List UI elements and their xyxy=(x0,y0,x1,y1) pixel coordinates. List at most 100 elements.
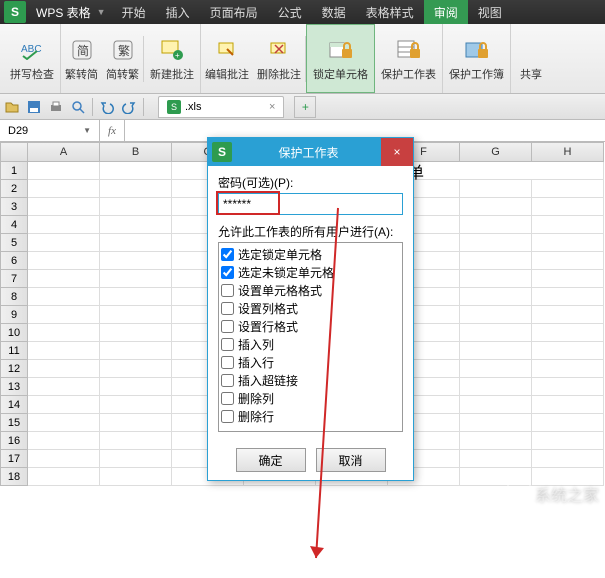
cell[interactable] xyxy=(100,342,172,360)
cell[interactable] xyxy=(28,180,100,198)
cell[interactable] xyxy=(100,180,172,198)
ribbon-new-comment[interactable]: + 新建批注 xyxy=(144,24,201,93)
cell[interactable] xyxy=(460,288,532,306)
row-header[interactable]: 3 xyxy=(0,198,28,216)
cell[interactable] xyxy=(100,450,172,468)
cell[interactable] xyxy=(532,378,604,396)
cell[interactable] xyxy=(100,306,172,324)
cell[interactable] xyxy=(28,324,100,342)
add-tab-button[interactable]: + xyxy=(294,96,316,118)
undo-icon[interactable] xyxy=(99,99,115,115)
menu-tab-5[interactable]: 表格样式 xyxy=(356,0,424,24)
row-header[interactable]: 14 xyxy=(0,396,28,414)
cell[interactable] xyxy=(100,234,172,252)
cell[interactable] xyxy=(100,360,172,378)
ribbon-delete-comment[interactable]: 删除批注 xyxy=(253,36,305,82)
permission-checkbox[interactable] xyxy=(221,320,234,333)
cell[interactable] xyxy=(532,342,604,360)
permission-checkbox[interactable] xyxy=(221,302,234,315)
cell[interactable] xyxy=(28,234,100,252)
cell[interactable] xyxy=(100,378,172,396)
permissions-list[interactable]: 选定锁定单元格选定未锁定单元格设置单元格格式设置列格式设置行格式插入列插入行插入… xyxy=(218,242,403,432)
cell[interactable] xyxy=(460,414,532,432)
menu-tab-2[interactable]: 页面布局 xyxy=(200,0,268,24)
cell[interactable] xyxy=(532,198,604,216)
permission-checkbox[interactable] xyxy=(221,392,234,405)
row-header[interactable]: 2 xyxy=(0,180,28,198)
cancel-button[interactable]: 取消 xyxy=(316,448,386,472)
cell[interactable] xyxy=(28,450,100,468)
cell[interactable] xyxy=(100,396,172,414)
cell[interactable] xyxy=(28,162,100,180)
cell[interactable] xyxy=(28,288,100,306)
cell[interactable] xyxy=(28,396,100,414)
row-header[interactable]: 15 xyxy=(0,414,28,432)
app-dropdown-icon[interactable]: ▼ xyxy=(97,7,112,17)
row-header[interactable]: 16 xyxy=(0,432,28,450)
ribbon-edit-comment[interactable]: 编辑批注 xyxy=(201,36,253,82)
row-header[interactable]: 8 xyxy=(0,288,28,306)
row-header[interactable]: 13 xyxy=(0,378,28,396)
cell[interactable] xyxy=(532,288,604,306)
dropdown-icon[interactable]: ▼ xyxy=(83,126,91,135)
row-header[interactable]: 1 xyxy=(0,162,28,180)
cell[interactable] xyxy=(532,360,604,378)
permission-item[interactable]: 插入行 xyxy=(221,353,400,371)
ribbon-protect-book[interactable]: 保护工作簿 xyxy=(443,24,511,93)
cell[interactable] xyxy=(460,306,532,324)
permission-item[interactable]: 删除行 xyxy=(221,407,400,425)
cell[interactable] xyxy=(460,450,532,468)
menu-tab-7[interactable]: 视图 xyxy=(468,0,512,24)
permission-item[interactable]: 设置行格式 xyxy=(221,317,400,335)
col-header[interactable]: A xyxy=(28,142,100,162)
ribbon-spellcheck[interactable]: ABC 拼写检查 xyxy=(4,24,61,93)
row-header[interactable]: 17 xyxy=(0,450,28,468)
cell[interactable] xyxy=(100,468,172,486)
permission-item[interactable]: 插入列 xyxy=(221,335,400,353)
cell[interactable] xyxy=(28,270,100,288)
cell[interactable] xyxy=(460,198,532,216)
cell[interactable] xyxy=(460,360,532,378)
cell[interactable] xyxy=(532,216,604,234)
cell[interactable] xyxy=(460,432,532,450)
save-icon[interactable] xyxy=(26,99,42,115)
row-header[interactable]: 9 xyxy=(0,306,28,324)
permission-checkbox[interactable] xyxy=(221,374,234,387)
row-header[interactable]: 11 xyxy=(0,342,28,360)
cell[interactable] xyxy=(28,216,100,234)
permission-checkbox[interactable] xyxy=(221,248,234,261)
row-header[interactable]: 18 xyxy=(0,468,28,486)
print-icon[interactable] xyxy=(48,99,64,115)
cell[interactable] xyxy=(460,324,532,342)
cell[interactable] xyxy=(460,216,532,234)
col-header[interactable]: G xyxy=(460,142,532,162)
cell[interactable] xyxy=(28,468,100,486)
row-header[interactable]: 10 xyxy=(0,324,28,342)
cell[interactable] xyxy=(28,360,100,378)
menu-tab-0[interactable]: 开始 xyxy=(112,0,156,24)
menu-tab-4[interactable]: 数据 xyxy=(312,0,356,24)
cell[interactable] xyxy=(100,324,172,342)
cell[interactable] xyxy=(532,180,604,198)
permission-item[interactable]: 插入超链接 xyxy=(221,371,400,389)
dialog-titlebar[interactable]: S 保护工作表 × xyxy=(208,138,413,166)
password-input[interactable] xyxy=(218,193,403,215)
permission-item[interactable]: 选定锁定单元格 xyxy=(221,245,400,263)
permission-checkbox[interactable] xyxy=(221,338,234,351)
menu-tab-1[interactable]: 插入 xyxy=(156,0,200,24)
cell[interactable] xyxy=(100,198,172,216)
col-header[interactable]: H xyxy=(532,142,604,162)
permission-item[interactable]: 选定未锁定单元格 xyxy=(221,263,400,281)
permission-checkbox[interactable] xyxy=(221,266,234,279)
cell[interactable] xyxy=(100,432,172,450)
cell[interactable] xyxy=(100,252,172,270)
document-tab[interactable]: S .xls × xyxy=(158,96,284,118)
row-header[interactable]: 5 xyxy=(0,234,28,252)
cell[interactable] xyxy=(532,450,604,468)
permission-item[interactable]: 设置列格式 xyxy=(221,299,400,317)
open-icon[interactable] xyxy=(4,99,20,115)
cell[interactable] xyxy=(28,252,100,270)
row-header[interactable]: 6 xyxy=(0,252,28,270)
cell[interactable] xyxy=(532,432,604,450)
cell[interactable] xyxy=(532,324,604,342)
